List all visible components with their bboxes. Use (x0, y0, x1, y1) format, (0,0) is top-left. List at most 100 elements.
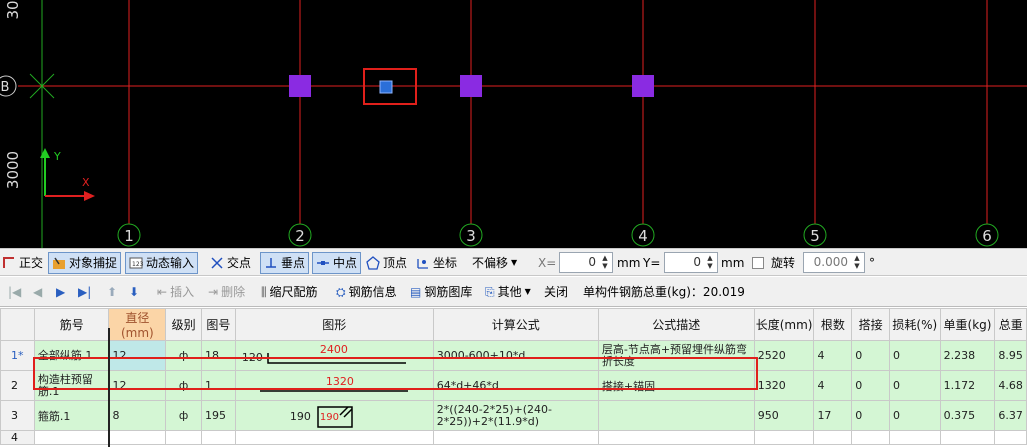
col-header-count[interactable]: 根数 (813, 308, 853, 341)
next-record-button[interactable]: ▶ (56, 283, 65, 301)
cell-loss[interactable]: 0 (888, 370, 941, 401)
first-record-button[interactable]: |◀ (8, 283, 21, 301)
col-header-formula[interactable]: 计算公式 (432, 308, 599, 341)
cell-figure[interactable]: 195 (200, 400, 236, 431)
col-header-name[interactable]: 筋号 (33, 308, 110, 341)
spin-arrows-icon[interactable]: ▲ ▼ (852, 254, 862, 270)
cell-name[interactable]: 箍筋.1 (33, 400, 110, 431)
ortho-label: 正交 (19, 256, 44, 270)
cad-canvas[interactable]: 30 3000 B 1 2 3 4 5 6 Y X (0, 0, 1027, 248)
cell-length[interactable] (753, 430, 815, 445)
cell-unit-weight[interactable]: 0.375 (939, 400, 996, 431)
cell-description[interactable] (597, 430, 755, 445)
col-header-lap[interactable]: 搭接 (851, 308, 890, 341)
object-snap-button[interactable]: 对象捕捉 (48, 252, 122, 274)
perpendicular-label: 垂点 (281, 256, 306, 270)
cell-diameter[interactable]: 8 (108, 400, 167, 431)
other-menu-button[interactable]: ⎘ 其他 ▼ (485, 283, 531, 301)
rebar-info-button[interactable]: ⛭ 钢筋信息 (336, 283, 397, 301)
cell-count[interactable]: 17 (813, 400, 853, 431)
rotate-checkbox[interactable] (752, 257, 764, 269)
midpoint-label: 中点 (333, 256, 358, 270)
col-header-total-weight[interactable]: 总重 (994, 308, 1027, 341)
last-record-button[interactable]: ▶| (78, 283, 91, 301)
table-row[interactable]: 4 (0, 430, 1027, 445)
cell-grade[interactable] (165, 430, 202, 445)
move-up-button[interactable]: ⬆ (107, 283, 117, 301)
cell-loss[interactable]: 0 (888, 400, 941, 431)
rotate-toggle[interactable]: 旋转 (752, 252, 795, 274)
scale-rebar-icon: ⫼ (261, 285, 267, 299)
cell-lap[interactable]: 0 (851, 370, 890, 401)
cell-unit-weight[interactable]: 2.238 (939, 340, 996, 371)
dynamic-input-label: 动态输入 (146, 256, 195, 270)
cell-lap[interactable]: 0 (851, 340, 890, 371)
cell-unit-weight[interactable] (939, 430, 996, 445)
scale-rebar-button[interactable]: ⫼ 缩尺配筋 (261, 283, 318, 301)
coordinate-button[interactable]: 坐标 (416, 252, 457, 274)
dynamic-input-button[interactable]: 123 动态输入 (125, 252, 199, 274)
cell-loss[interactable]: 0 (888, 340, 941, 371)
y-input[interactable]: 0 ▲ ▼ (664, 252, 718, 273)
rotate-input[interactable]: 0.000 ▲ ▼ (803, 252, 865, 273)
cell-loss[interactable] (888, 430, 941, 445)
x-input[interactable]: 0 ▲ ▼ (559, 252, 613, 273)
col-header-grade[interactable]: 级别 (165, 308, 202, 341)
axis-bubble-6-label: 6 (982, 227, 992, 245)
spin-arrows-icon[interactable]: ▲ ▼ (600, 254, 610, 270)
close-button[interactable]: 关闭 (544, 283, 568, 301)
object-snap-label: 对象捕捉 (69, 256, 118, 270)
offset-dropdown[interactable]: 不偏移 ▼ (472, 252, 517, 274)
spin-arrows-icon[interactable]: ▲ ▼ (705, 254, 715, 270)
table-row[interactable]: 3 箍筋.1 8 ф 195 190 190 2*((240-2*25)+(24… (0, 400, 1027, 431)
vertex-button[interactable]: 顶点 (366, 252, 407, 274)
cell-diameter[interactable] (108, 430, 167, 445)
cell-total-weight[interactable]: 8.95 (994, 340, 1027, 371)
cell-formula[interactable] (432, 430, 599, 445)
cell-count[interactable] (813, 430, 853, 445)
prev-record-button[interactable]: ◀ (33, 283, 42, 301)
cell-count[interactable]: 4 (813, 370, 853, 401)
cell-figure[interactable] (200, 430, 236, 445)
cell-count[interactable]: 4 (813, 340, 853, 371)
cell-total-weight[interactable] (994, 430, 1027, 445)
cell-name[interactable] (33, 430, 110, 445)
perpendicular-button[interactable]: 垂点 (260, 252, 310, 274)
insert-icon: ⇤ (157, 285, 168, 299)
cell-description[interactable] (597, 400, 755, 431)
axis-bubble-4-label: 4 (638, 227, 648, 245)
col-header-figure[interactable]: 图号 (200, 308, 236, 341)
cell-shape[interactable]: 190 190 (234, 400, 434, 431)
cell-grade[interactable]: ф (165, 400, 202, 431)
chevron-down-icon: ▼ (511, 258, 518, 267)
cell-length[interactable]: 950 (753, 400, 815, 431)
col-header-diameter[interactable]: 直径(mm) (108, 308, 167, 341)
cell-length[interactable]: 1320 (753, 370, 815, 401)
cell-shape[interactable] (234, 430, 434, 445)
col-header-description[interactable]: 公式描述 (597, 308, 755, 341)
col-header-loss[interactable]: 损耗(%) (888, 308, 941, 341)
midpoint-button[interactable]: 中点 (312, 252, 362, 274)
cell-formula[interactable]: 2*((240-2*25)+(240-2*25))+2*(11.9*d) (432, 400, 599, 431)
delete-button[interactable]: ⇥ 删除 (208, 283, 245, 301)
move-down-button[interactable]: ⬇ (129, 283, 139, 301)
cell-length[interactable]: 2520 (753, 340, 815, 371)
col-header-shape[interactable]: 图形 (234, 308, 434, 341)
insert-label: 插入 (170, 285, 195, 299)
cell-unit-weight[interactable]: 1.172 (939, 370, 996, 401)
drawing-area[interactable]: 30 3000 B 1 2 3 4 5 6 Y X (0, 0, 1027, 248)
next-icon: ▶ (56, 285, 66, 299)
col-header-unit-weight[interactable]: 单重(kg) (939, 308, 996, 341)
col-header-length[interactable]: 长度(mm) (753, 308, 815, 341)
ortho-button[interactable]: 正交 (2, 252, 43, 274)
close-label: 关闭 (544, 285, 569, 299)
cell-total-weight[interactable]: 4.68 (994, 370, 1027, 401)
cell-lap[interactable] (851, 430, 890, 445)
cell-lap[interactable]: 0 (851, 400, 890, 431)
intersection-button[interactable]: 交点 (210, 252, 251, 274)
scale-rebar-label: 缩尺配筋 (269, 285, 318, 299)
cell-total-weight[interactable]: 6.37 (994, 400, 1027, 431)
insert-button[interactable]: ⇤ 插入 (157, 283, 194, 301)
rebar-library-button[interactable]: ▤ 钢筋图库 (410, 283, 472, 301)
col-header-index (0, 308, 35, 341)
